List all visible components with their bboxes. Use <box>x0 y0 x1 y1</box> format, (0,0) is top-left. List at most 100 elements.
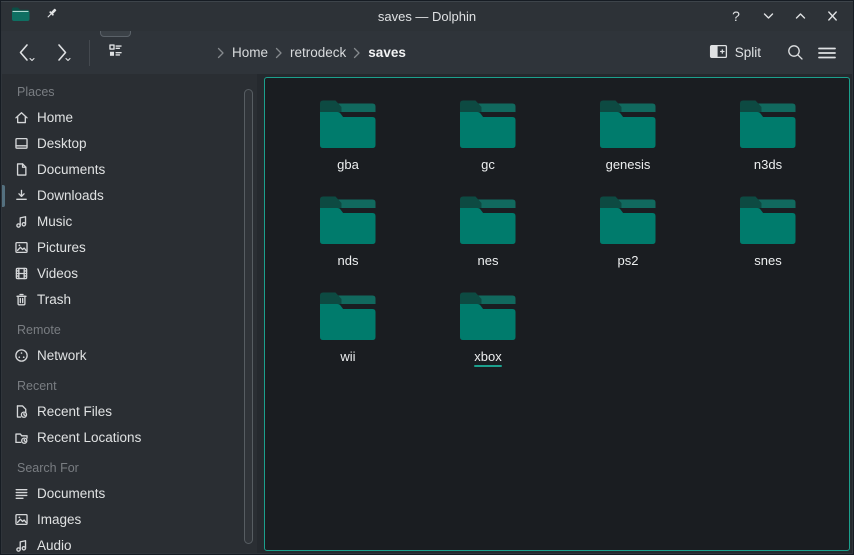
folder-label: snes <box>754 253 781 268</box>
sidebar-item-downloads[interactable]: Downloads <box>2 182 257 208</box>
sidebar-item-network[interactable]: Network <box>2 342 257 368</box>
split-label: Split <box>735 45 761 60</box>
pin-icon[interactable] <box>44 6 59 26</box>
music-note-icon <box>13 213 30 230</box>
sidebar-item-music[interactable]: Music <box>2 208 257 234</box>
folder-label: n3ds <box>754 157 782 172</box>
file-clock-icon <box>13 403 30 420</box>
compact-view-button[interactable] <box>100 37 131 68</box>
chevron-right-icon <box>217 47 225 59</box>
view-compact-icon <box>107 42 124 64</box>
sidebar-item-label: Documents <box>37 162 105 177</box>
close-button[interactable] <box>821 6 843 26</box>
titlebar[interactable]: saves — Dolphin ? <box>1 1 853 31</box>
maximize-button[interactable] <box>789 6 811 26</box>
sidebar-scrollbar[interactable] <box>244 89 253 544</box>
folder-nds[interactable]: nds <box>278 194 418 290</box>
folder-icon <box>597 194 659 246</box>
sidebar-item-pictures[interactable]: Pictures <box>2 234 257 260</box>
download-icon <box>13 187 30 204</box>
app-folder-icon <box>11 6 30 27</box>
sidebar-item-recent-files[interactable]: Recent Files <box>2 398 257 424</box>
folder-icon <box>317 290 379 342</box>
folder-icon <box>457 194 519 246</box>
forward-button[interactable] <box>49 40 75 66</box>
minimize-button[interactable] <box>757 6 779 26</box>
sidebar-item-label: Documents <box>37 486 105 501</box>
sidebar-item-documents[interactable]: Documents <box>2 156 257 182</box>
folder-label: ps2 <box>618 253 639 268</box>
sidebar-item-images[interactable]: Images <box>2 506 257 532</box>
sidebar-item-label: Music <box>37 214 72 229</box>
back-button[interactable] <box>13 40 39 66</box>
places-panel: Places Home Desktop Documents Downloads … <box>2 74 257 553</box>
breadcrumb-home[interactable]: Home <box>232 45 268 60</box>
folder-label: genesis <box>606 157 651 172</box>
folder-snes[interactable]: snes <box>698 194 838 290</box>
folder-clock-icon <box>13 429 30 446</box>
text-lines-icon <box>13 485 30 502</box>
chevron-right-icon <box>275 47 283 59</box>
sidebar-item-label: Trash <box>37 292 71 307</box>
folder-label: gba <box>337 157 359 172</box>
trash-icon <box>13 291 30 308</box>
breadcrumb-retrodeck[interactable]: retrodeck <box>290 45 346 60</box>
folder-gba[interactable]: gba <box>278 98 418 194</box>
search-icon[interactable] <box>781 39 809 67</box>
dolphin-window: saves — Dolphin ? <box>0 0 854 555</box>
split-button[interactable]: Split <box>709 43 761 63</box>
sidebar-item-recent-locations[interactable]: Recent Locations <box>2 424 257 450</box>
sidebar-section-places: Places <box>2 80 257 104</box>
folder-icon <box>737 98 799 150</box>
toolbar-separator <box>89 40 90 66</box>
sidebar-item-label: Pictures <box>37 240 86 255</box>
sidebar-item-label: Desktop <box>37 136 87 151</box>
folder-wii[interactable]: wii <box>278 290 418 386</box>
desktop-icon <box>13 135 30 152</box>
help-button[interactable]: ? <box>725 6 747 26</box>
sidebar-item-label: Home <box>37 110 73 125</box>
sidebar-item-label: Downloads <box>37 188 104 203</box>
folder-label: xbox <box>474 349 501 364</box>
breadcrumb: Home retrodeck saves <box>217 45 406 60</box>
folder-xbox[interactable]: xbox <box>418 290 558 386</box>
folder-icon <box>317 194 379 246</box>
chevron-right-icon <box>353 47 361 59</box>
music-note-icon <box>13 537 30 554</box>
sidebar-item-label: Audio <box>37 538 72 553</box>
sidebar-item-videos[interactable]: Videos <box>2 260 257 286</box>
image-icon <box>13 239 30 256</box>
sidebar-item-label: Videos <box>37 266 78 281</box>
toolbar: Home retrodeck saves Split <box>1 31 853 74</box>
folder-gc[interactable]: gc <box>418 98 558 194</box>
sidebar-item-audio[interactable]: Audio <box>2 532 257 553</box>
split-icon <box>709 43 728 63</box>
folder-icon <box>457 290 519 342</box>
sidebar-item-label: Network <box>37 348 87 363</box>
sidebar-item-documents[interactable]: Documents <box>2 480 257 506</box>
folder-label: nds <box>338 253 359 268</box>
sidebar-section-remote: Remote <box>2 318 257 342</box>
folder-view[interactable]: gba gc genesis n3ds nds nes ps2 snes wii… <box>264 77 850 551</box>
hamburger-menu-icon[interactable] <box>813 39 841 67</box>
home-icon <box>13 109 30 126</box>
sidebar-item-home[interactable]: Home <box>2 104 257 130</box>
window-edge-marker <box>2 185 5 207</box>
sidebar-section-search-for: Search For <box>2 456 257 480</box>
sidebar-item-desktop[interactable]: Desktop <box>2 130 257 156</box>
image-icon <box>13 511 30 528</box>
film-icon <box>13 265 30 282</box>
sidebar-section-recent: Recent <box>2 374 257 398</box>
sidebar-item-trash[interactable]: Trash <box>2 286 257 312</box>
folder-ps2[interactable]: ps2 <box>558 194 698 290</box>
folder-icon <box>597 98 659 150</box>
folder-genesis[interactable]: genesis <box>558 98 698 194</box>
folder-nes[interactable]: nes <box>418 194 558 290</box>
folder-label: gc <box>481 157 495 172</box>
breadcrumb-saves[interactable]: saves <box>368 45 406 60</box>
folder-icon <box>457 98 519 150</box>
folder-n3ds[interactable]: n3ds <box>698 98 838 194</box>
document-icon <box>13 161 30 178</box>
sidebar-item-label: Images <box>37 512 81 527</box>
folder-label: wii <box>340 349 355 364</box>
